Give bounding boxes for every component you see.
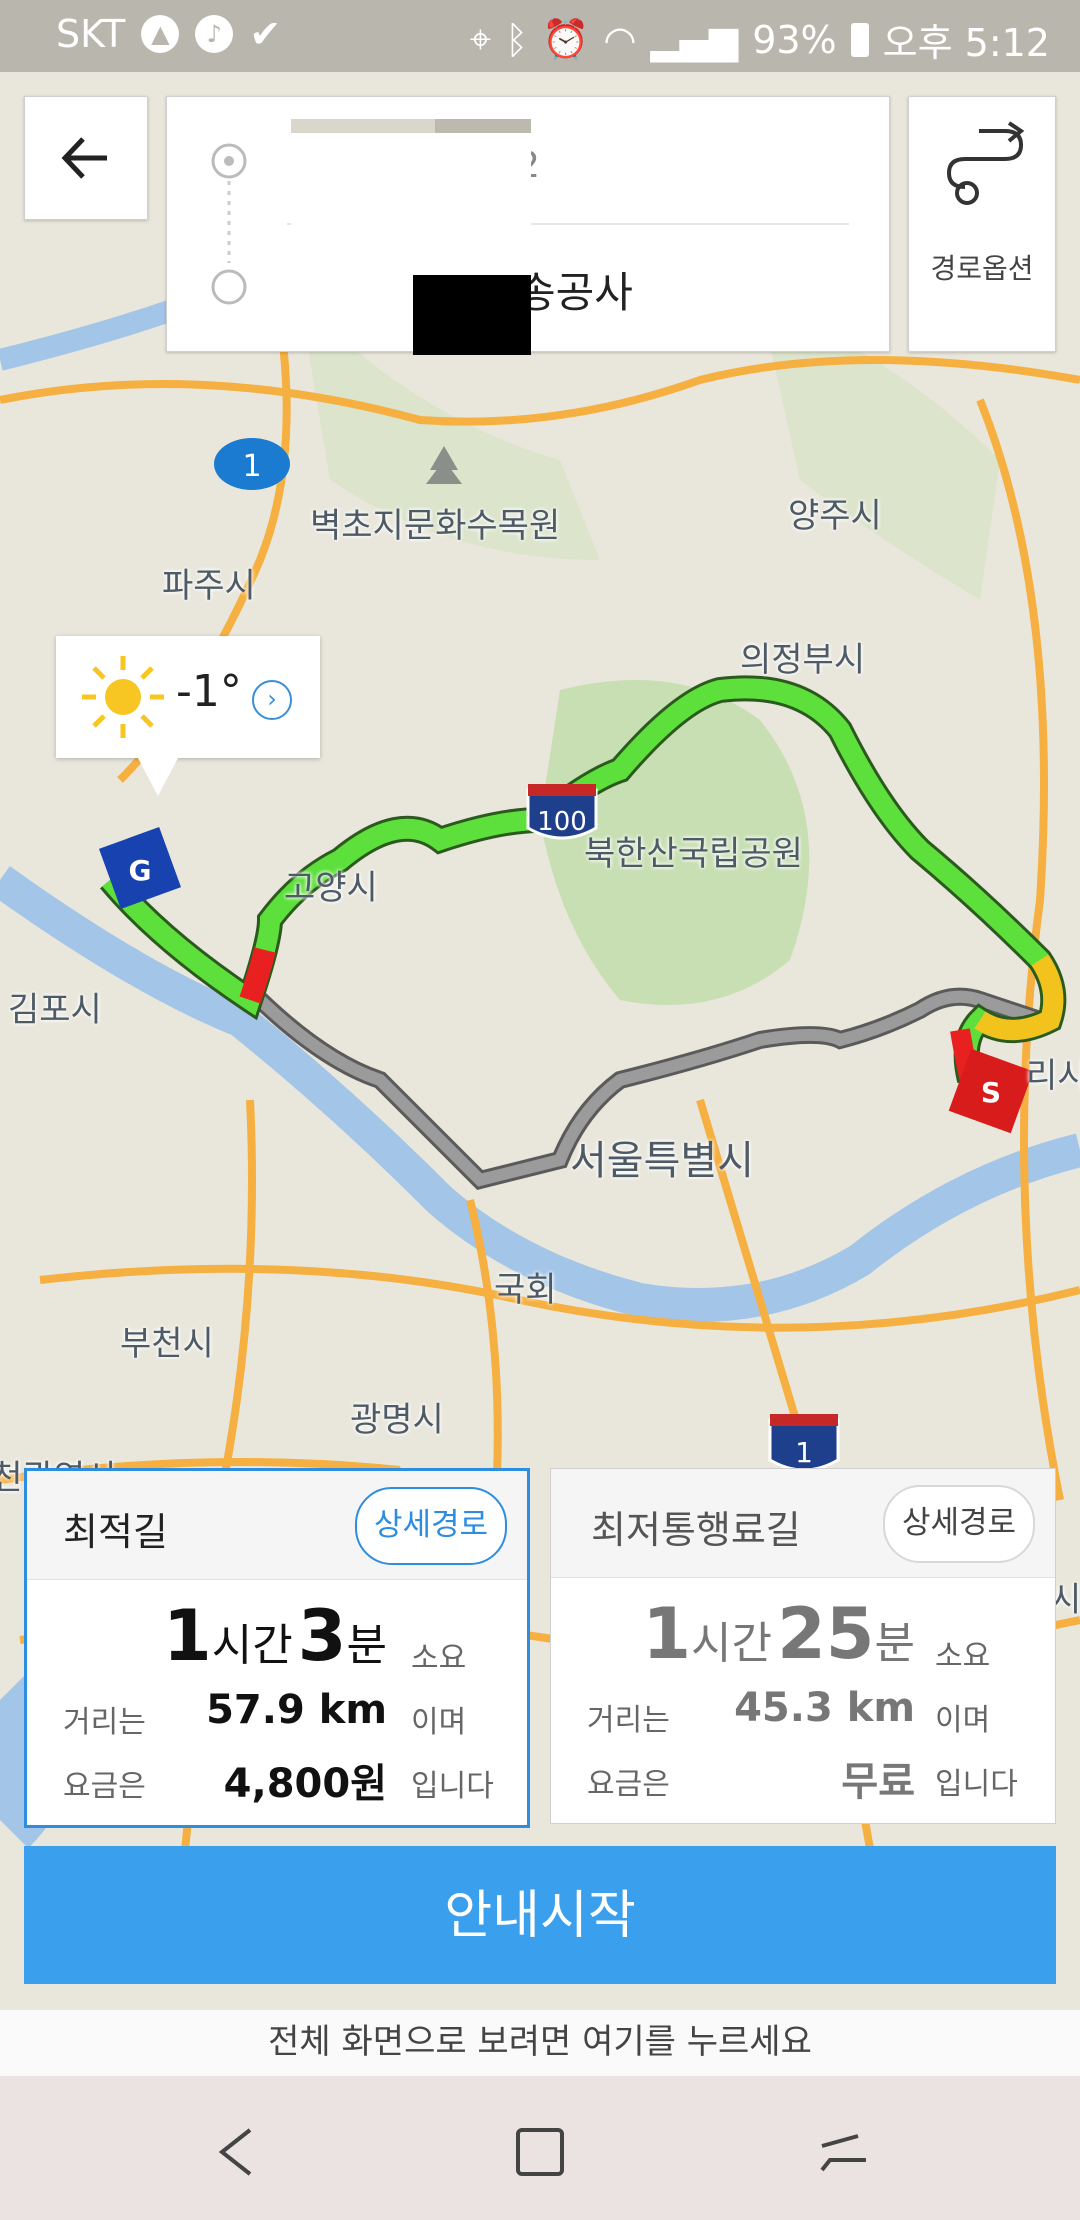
map-label-goyang: 고양시	[284, 868, 378, 908]
svg-text:S: S	[981, 1076, 1001, 1109]
temperature: -1°	[176, 666, 242, 717]
back-arrow-icon	[61, 137, 107, 179]
wifi-icon: ◠	[603, 17, 637, 62]
fullscreen-hint[interactable]: 전체 화면으로 보려면 여기를 누르세요	[0, 2010, 1080, 2076]
status-bar: SKT ▲ ♪ ✔ ⌖ ᛒ ⏰ ◠ ▂▄▆ 93% 오후 5:12	[0, 0, 1080, 72]
distance-value: 57.9 km	[206, 1687, 387, 1733]
destination-field[interactable]: 송공사	[517, 259, 633, 320]
travel-time: 1시간 25분	[642, 1593, 915, 1675]
map-label-gwangmyeong: 광명시	[350, 1400, 444, 1440]
chevron-right-icon[interactable]: ›	[252, 680, 292, 720]
route-card-lowest-toll[interactable]: 최저통행료길 상세경로 1시간 25분 소요 거리는 45.3 km 이며 요금…	[550, 1468, 1056, 1824]
traffic-red-segment	[239, 947, 276, 1004]
route-title: 최적길	[63, 1510, 168, 1554]
bluetooth-icon: ᛒ	[505, 17, 529, 62]
route-options-button[interactable]: 경로옵션	[908, 96, 1056, 352]
time-suffix: 소요	[935, 1639, 991, 1674]
map-label-byeokcho: 벽초지문화수목원	[310, 506, 561, 546]
map-label-paju: 파주시	[162, 566, 256, 606]
location-icon: ⌖	[469, 17, 492, 61]
sun-icon	[82, 656, 164, 738]
route-options-label: 경로옵션	[930, 252, 1034, 285]
route-card-optimal[interactable]: 최적길 상세경로 1시간 3분 소요 거리는 57.9 km 이며 요금은 4,…	[24, 1468, 530, 1828]
expressway-1-shield: 1	[768, 1414, 840, 1472]
map-label-yangju: 양주시	[788, 496, 882, 536]
route-settings-icon	[946, 121, 1025, 205]
route-card-header: 최저통행료길 상세경로	[551, 1469, 1055, 1578]
alarm-icon: ⏰	[542, 17, 590, 61]
signal-icon: ▂▄▆	[650, 17, 739, 62]
svg-text:1: 1	[795, 1436, 813, 1469]
map-label-gimpo: 김포시	[8, 990, 102, 1030]
detail-route-button[interactable]: 상세경로	[883, 1485, 1035, 1563]
back-nav-icon[interactable]	[200, 2116, 270, 2186]
toll-value: 4,800원	[223, 1761, 387, 1807]
route-search-box: 2 송공사	[166, 96, 890, 355]
check-icon: ✔	[249, 12, 282, 56]
battery-icon	[850, 22, 869, 57]
route-title: 최저통행료길	[591, 1508, 801, 1552]
toll-value: 무료	[841, 1759, 915, 1805]
map-label-guri: 리시	[1026, 1056, 1080, 1096]
map-label-seoul: 서울특별시	[570, 1138, 754, 1184]
start-guidance-button[interactable]: 안내시작	[24, 1846, 1056, 1984]
carrier-label: SKT	[56, 12, 126, 56]
music-icon: ♪	[195, 15, 234, 53]
recent-apps-nav-icon[interactable]	[808, 2116, 878, 2186]
svg-text:G: G	[129, 854, 152, 887]
detail-route-button[interactable]: 상세경로	[355, 1487, 507, 1565]
battery-percent: 93%	[752, 17, 837, 62]
map-label-bucheon: 부천시	[120, 1324, 214, 1364]
weather-bubble[interactable]: -1° ›	[56, 636, 320, 796]
map-label-uijeongbu: 의정부시	[740, 640, 866, 680]
map-label-bukhansan: 북한산국립공원	[584, 834, 803, 874]
travel-time: 1시간 3분	[163, 1595, 387, 1677]
home-nav-icon[interactable]	[504, 2116, 574, 2186]
back-button[interactable]	[24, 96, 148, 220]
svg-text:1: 1	[242, 449, 261, 484]
route-pins-icon	[211, 143, 247, 305]
redaction-black-block	[413, 275, 531, 355]
redaction-bar	[291, 119, 531, 133]
nav-icon: ▲	[141, 15, 180, 53]
distance-value: 45.3 km	[734, 1685, 915, 1731]
route-card-header: 최적길 상세경로	[27, 1471, 527, 1580]
svg-text:100: 100	[537, 807, 587, 837]
system-nav-bar	[0, 2076, 1080, 2220]
clock: 오후 5:12	[882, 21, 1050, 65]
time-suffix: 소요	[411, 1641, 467, 1676]
map-label-gukhoe: 국회	[494, 1270, 557, 1310]
route1-shield: 1	[214, 438, 290, 490]
